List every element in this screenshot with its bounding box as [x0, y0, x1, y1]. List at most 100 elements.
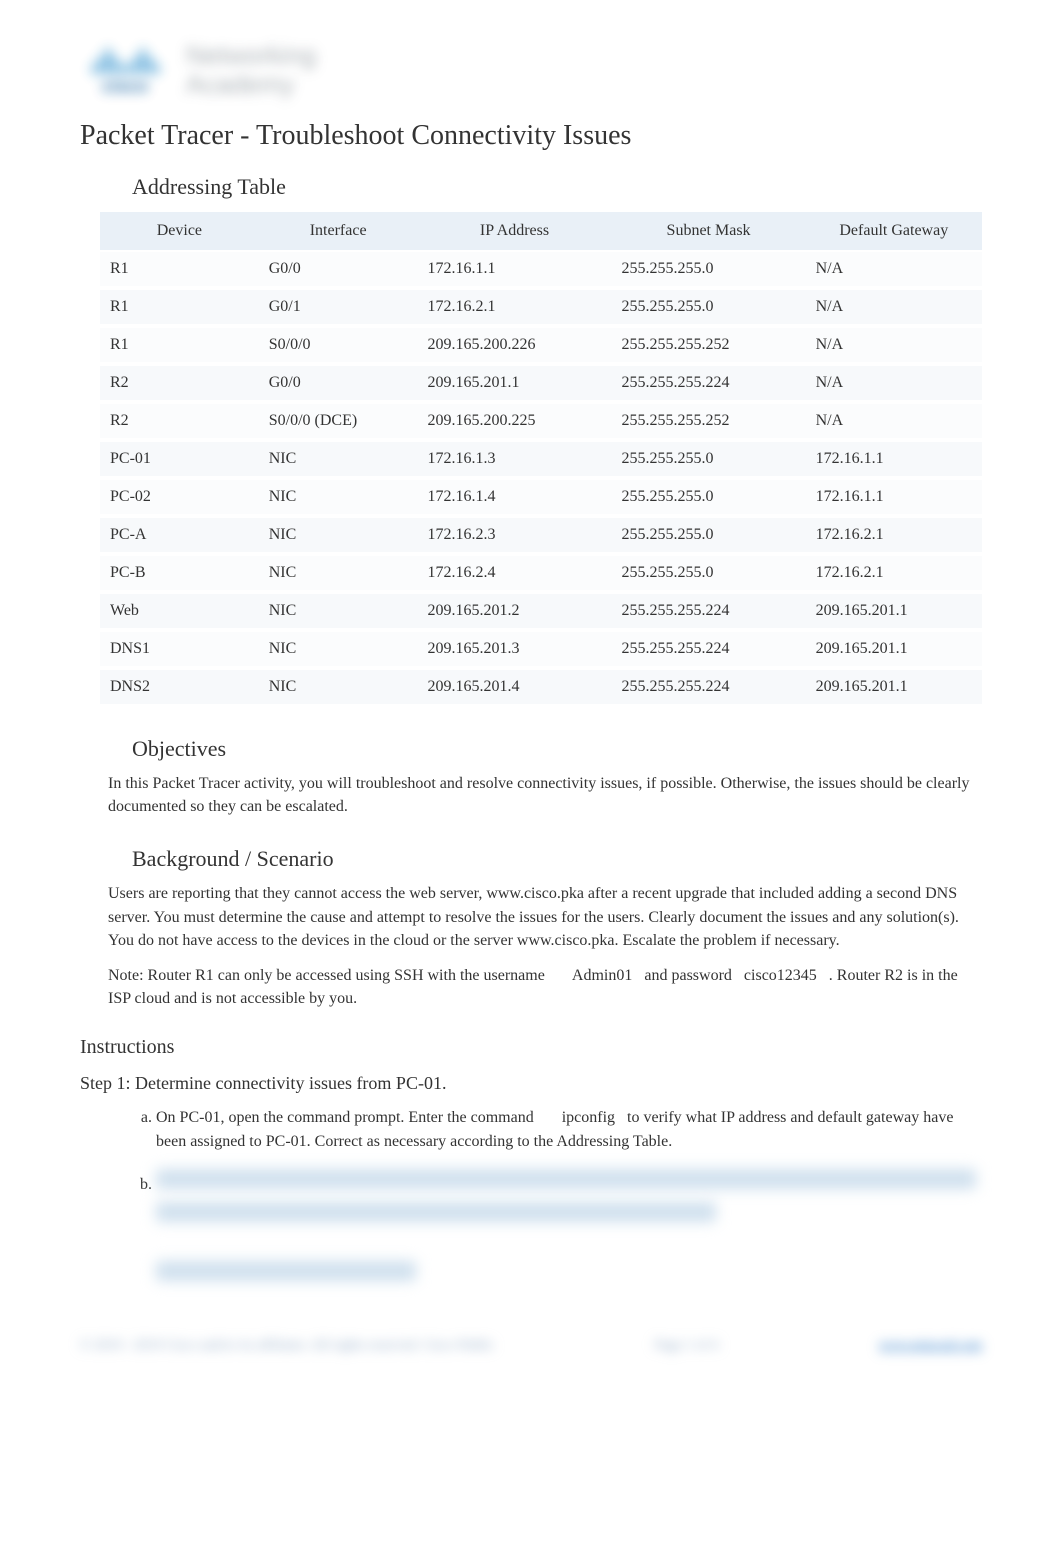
table-cell: 255.255.255.224	[612, 364, 806, 402]
table-cell: R2	[100, 364, 259, 402]
table-cell: NIC	[259, 516, 418, 554]
table-cell: R1	[100, 251, 259, 288]
table-cell: NIC	[259, 630, 418, 668]
table-cell: S0/0/0 (DCE)	[259, 402, 418, 440]
col-device: Device	[100, 212, 259, 251]
instructions-heading: Instructions	[80, 1036, 982, 1059]
addressing-table: Device Interface IP Address Subnet Mask …	[100, 212, 982, 708]
list-item	[132, 1243, 982, 1288]
table-cell: 209.165.200.225	[418, 402, 612, 440]
table-row: DNS2NIC209.165.201.4255.255.255.224209.1…	[100, 668, 982, 706]
table-cell: 172.16.1.4	[418, 478, 612, 516]
table-cell: 255.255.255.0	[612, 440, 806, 478]
table-cell: PC-B	[100, 554, 259, 592]
brand-line-1: Networking	[186, 41, 316, 70]
table-cell: G0/0	[259, 364, 418, 402]
table-cell: 255.255.255.0	[612, 288, 806, 326]
table-cell: NIC	[259, 592, 418, 630]
addressing-table-wrap: Device Interface IP Address Subnet Mask …	[100, 212, 982, 708]
col-ip: IP Address	[418, 212, 612, 251]
background-text: Users are reporting that they cannot acc…	[108, 882, 982, 952]
table-cell: 209.165.201.1	[806, 592, 982, 630]
table-cell: 172.16.2.1	[806, 516, 982, 554]
table-cell: 209.165.201.1	[806, 630, 982, 668]
table-row: PC-02NIC172.16.1.4255.255.255.0172.16.1.…	[100, 478, 982, 516]
table-cell: 255.255.255.252	[612, 326, 806, 364]
table-cell: Web	[100, 592, 259, 630]
table-row: DNS1NIC209.165.201.3255.255.255.224209.1…	[100, 630, 982, 668]
table-cell: 255.255.255.0	[612, 478, 806, 516]
table-cell: 172.16.2.4	[418, 554, 612, 592]
table-header-row: Device Interface IP Address Subnet Mask …	[100, 212, 982, 251]
objectives-text: In this Packet Tracer activity, you will…	[108, 772, 982, 818]
background-note: Note: Router R1 can only be accessed usi…	[108, 964, 982, 1010]
redacted-line	[156, 1261, 416, 1281]
redacted-line	[156, 1169, 976, 1189]
table-cell: 255.255.255.224	[612, 592, 806, 630]
ipconfig-command: ipconfig	[562, 1109, 615, 1126]
note-body-1: Router R1 can only be accessed using SSH…	[148, 967, 545, 984]
table-cell: 255.255.255.252	[612, 402, 806, 440]
list-item	[156, 1167, 982, 1229]
table-cell: 172.16.1.1	[806, 478, 982, 516]
note-username: Admin01	[572, 967, 632, 984]
table-cell: G0/1	[259, 288, 418, 326]
table-cell: 255.255.255.224	[612, 668, 806, 706]
table-cell: 255.255.255.224	[612, 630, 806, 668]
table-row: PC-ANIC172.16.2.3255.255.255.0172.16.2.1	[100, 516, 982, 554]
table-row: R1G0/0172.16.1.1255.255.255.0N/A	[100, 251, 982, 288]
table-row: WebNIC209.165.201.2255.255.255.224209.16…	[100, 592, 982, 630]
footer-link[interactable]: www.netacad.com	[879, 1338, 982, 1353]
footer-left: © 2019 - 2019 Cisco and/or its affiliate…	[80, 1338, 494, 1354]
table-row: R1S0/0/0209.165.200.226255.255.255.252N/…	[100, 326, 982, 364]
addressing-table-heading: Addressing Table	[132, 174, 982, 200]
table-cell: NIC	[259, 554, 418, 592]
table-cell: PC-02	[100, 478, 259, 516]
page-footer: © 2019 - 2019 Cisco and/or its affiliate…	[80, 1338, 982, 1354]
table-cell: 172.16.1.3	[418, 440, 612, 478]
table-cell: R1	[100, 288, 259, 326]
item-a-text-1: On PC-01, open the command prompt. Enter…	[156, 1109, 534, 1126]
table-cell: PC-A	[100, 516, 259, 554]
table-cell: 172.16.2.1	[806, 554, 982, 592]
brand-line-2: Academy	[186, 70, 316, 99]
footer-center: Page 1 of 4	[655, 1338, 718, 1354]
objectives-heading: Objectives	[132, 736, 982, 762]
table-cell: 255.255.255.0	[612, 554, 806, 592]
table-cell: DNS1	[100, 630, 259, 668]
table-row: PC-01NIC172.16.1.3255.255.255.0172.16.1.…	[100, 440, 982, 478]
table-cell: 209.165.201.1	[418, 364, 612, 402]
page-title: Packet Tracer - Troubleshoot Connectivit…	[80, 120, 982, 152]
col-gateway: Default Gateway	[806, 212, 982, 251]
table-cell: 172.16.1.1	[806, 440, 982, 478]
table-cell: DNS2	[100, 668, 259, 706]
brand-logo: cisco Networking Academy	[80, 40, 982, 100]
table-cell: R1	[100, 326, 259, 364]
table-cell: N/A	[806, 364, 982, 402]
table-row: PC-BNIC172.16.2.4255.255.255.0172.16.2.1	[100, 554, 982, 592]
table-row: R1G0/1172.16.2.1255.255.255.0N/A	[100, 288, 982, 326]
table-cell: N/A	[806, 402, 982, 440]
step-1-heading: Step 1: Determine connectivity issues fr…	[80, 1073, 982, 1094]
cisco-bars-icon	[92, 44, 159, 74]
table-cell: 209.165.200.226	[418, 326, 612, 364]
note-prefix: Note:	[108, 967, 144, 984]
table-cell: R2	[100, 402, 259, 440]
note-body-2: and password	[644, 967, 732, 984]
cisco-wordmark: cisco	[102, 76, 148, 97]
table-row: R2S0/0/0 (DCE)209.165.200.225255.255.255…	[100, 402, 982, 440]
col-mask: Subnet Mask	[612, 212, 806, 251]
table-cell: N/A	[806, 288, 982, 326]
table-cell: S0/0/0	[259, 326, 418, 364]
table-cell: 255.255.255.0	[612, 516, 806, 554]
table-cell: G0/0	[259, 251, 418, 288]
brand-text: Networking Academy	[186, 41, 316, 98]
list-item: On PC-01, open the command prompt. Enter…	[156, 1106, 982, 1152]
table-cell: 209.165.201.3	[418, 630, 612, 668]
table-cell: PC-01	[100, 440, 259, 478]
table-cell: NIC	[259, 478, 418, 516]
table-cell: 209.165.201.1	[806, 668, 982, 706]
table-cell: NIC	[259, 668, 418, 706]
table-row: R2G0/0209.165.201.1255.255.255.224N/A	[100, 364, 982, 402]
table-cell: N/A	[806, 326, 982, 364]
